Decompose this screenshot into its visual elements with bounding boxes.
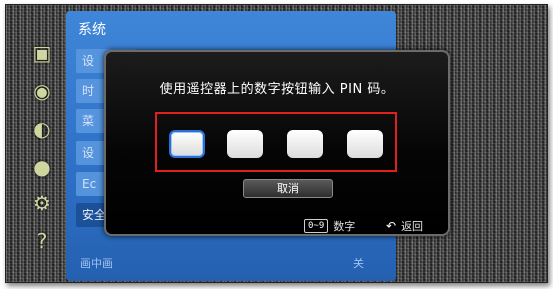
digits-key-badge: 0~9 [304, 219, 329, 233]
pin-digit-3[interactable] [287, 130, 323, 158]
tv-screen: ▣ ◉ ◐ ● ⚙ ? 系统 设 时 菜 设 Ec 安全 画中画 关 使用遥控器… [5, 4, 548, 283]
return-label: 返回 [401, 220, 424, 233]
sound-icon[interactable]: ◉ [24, 75, 60, 107]
menu-item-pip-value: 关 [353, 257, 364, 270]
pin-dialog: 使用遥控器上的数字按钮输入 PIN 码。 取消 0~9 数字 ↶ 返回 [104, 50, 450, 236]
footer-digits-hint: 0~9 数字 [304, 218, 355, 234]
pin-prompt: 使用遥控器上的数字按钮输入 PIN 码。 [159, 82, 395, 97]
footer-return-hint[interactable]: ↶ 返回 [386, 218, 423, 234]
pin-digit-1[interactable] [169, 130, 205, 158]
cancel-button[interactable]: 取消 [243, 179, 333, 198]
help-icon[interactable]: ? [24, 225, 60, 257]
return-icon: ↶ [386, 219, 397, 233]
pin-digit-2[interactable] [227, 130, 263, 158]
pin-digit-4[interactable] [347, 130, 383, 158]
globe-icon[interactable]: ● [24, 151, 60, 183]
system-menu-title: 系统 [78, 22, 106, 38]
digits-label: 数字 [333, 220, 356, 233]
channel-icon[interactable]: ◐ [24, 113, 60, 145]
picture-icon[interactable]: ▣ [24, 37, 60, 69]
gear-icon[interactable]: ⚙ [24, 187, 60, 219]
menu-item-pip[interactable]: 画中画 [80, 255, 113, 271]
